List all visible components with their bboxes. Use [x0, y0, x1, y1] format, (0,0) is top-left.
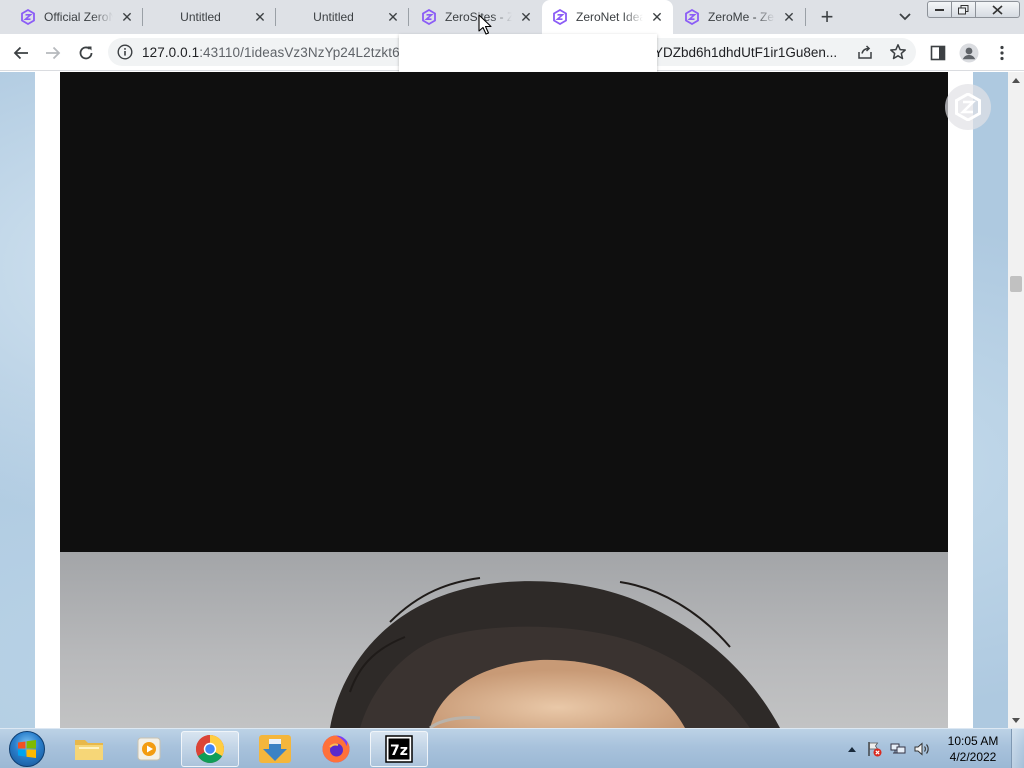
7zip-icon: 7z	[385, 735, 413, 763]
zeronet-icon	[21, 9, 35, 25]
reload-button[interactable]	[72, 39, 100, 67]
scroll-down-button[interactable]	[1008, 712, 1024, 728]
back-button[interactable]	[7, 39, 35, 67]
restore-button[interactable]	[952, 1, 976, 18]
triangle-up-icon	[848, 746, 856, 752]
close-icon	[992, 4, 1003, 15]
kebab-menu-icon	[1000, 45, 1004, 61]
menu-button[interactable]	[988, 39, 1016, 67]
zeronet-icon	[553, 9, 567, 25]
triangle-down-icon	[1012, 717, 1020, 723]
scroll-up-button[interactable]	[1008, 72, 1024, 88]
tab-title: ZeroMe - ZeroNet	[708, 10, 775, 24]
close-tab-icon[interactable]: ✕	[649, 9, 665, 25]
arrow-right-icon	[46, 46, 61, 60]
new-tab-button[interactable]: +	[815, 4, 839, 29]
profile-button[interactable]	[955, 39, 983, 67]
taskbar-media-player[interactable]	[120, 731, 178, 767]
url-host: 127.0.0.1	[142, 45, 200, 60]
svg-text:7z: 7z	[390, 743, 408, 759]
close-tab-icon[interactable]: ✕	[252, 9, 268, 25]
speaker-icon	[914, 742, 929, 756]
start-button[interactable]	[6, 730, 48, 768]
taskbar-chrome[interactable]	[181, 731, 239, 767]
windows-logo-icon	[9, 731, 45, 767]
action-center-icon[interactable]	[866, 741, 882, 757]
side-panel-button[interactable]	[924, 39, 952, 67]
show-hidden-icons-button[interactable]	[844, 741, 860, 757]
folder-icon	[75, 740, 103, 760]
network-icon	[890, 743, 906, 754]
tab-zerome[interactable]: ZeroMe - ZeroNet ✕	[674, 0, 805, 34]
tab-strip: Official ZeroNet Sites ✕ Untitled ✕ Unti…	[0, 0, 1024, 34]
firefox-icon	[322, 735, 350, 763]
mouse-cursor-icon	[478, 14, 492, 35]
restore-icon	[958, 4, 969, 14]
zeronet-icon	[422, 9, 436, 25]
tab-search-button[interactable]	[894, 6, 916, 28]
close-window-button[interactable]	[976, 1, 1020, 18]
share-icon[interactable]	[857, 44, 873, 60]
download-manager-icon	[259, 735, 291, 763]
taskbar-file-explorer[interactable]	[60, 731, 118, 767]
zeronet-sidebar-button[interactable]	[945, 84, 991, 130]
chevron-down-icon	[899, 13, 911, 21]
tab-untitled-1[interactable]: Untitled ✕	[143, 0, 276, 34]
star-icon[interactable]	[889, 43, 907, 61]
network-icon[interactable]	[890, 741, 906, 757]
close-tab-icon[interactable]: ✕	[518, 9, 534, 25]
clock-time: 10:05 AM	[947, 734, 999, 748]
tab-title: Official ZeroNet Sites	[44, 10, 113, 24]
arrow-left-icon	[13, 46, 28, 60]
video-player[interactable]	[60, 72, 948, 552]
tab-separator	[805, 8, 806, 26]
info-icon[interactable]	[117, 44, 133, 60]
taskbar-download-manager[interactable]	[246, 731, 304, 767]
page-scrollbar[interactable]	[1008, 72, 1024, 728]
close-tab-icon[interactable]: ✕	[781, 9, 797, 25]
tab-zerosites[interactable]: ZeroSites - ZeroNet ✕	[409, 0, 542, 34]
reload-icon	[79, 46, 93, 60]
close-tab-icon[interactable]: ✕	[119, 9, 135, 25]
chrome-icon	[196, 735, 224, 763]
media-player-icon	[137, 737, 161, 761]
triangle-up-icon	[1012, 77, 1020, 83]
tab-untitled-2[interactable]: Untitled ✕	[276, 0, 409, 34]
avatar-icon	[959, 43, 979, 63]
url-tail: YDZbd6h1dhdUtF1ir1Gu8en...	[654, 45, 838, 60]
side-panel-icon	[930, 45, 946, 61]
photo-image	[330, 577, 780, 728]
windows-taskbar: 7z 10:05 AM 4/2/2022	[0, 728, 1024, 768]
minimize-button[interactable]	[927, 1, 952, 18]
page-viewport	[0, 72, 1008, 728]
minimize-icon	[935, 8, 944, 11]
taskbar-firefox[interactable]	[307, 731, 365, 767]
zeronet-logo-icon	[955, 93, 981, 121]
system-tray	[842, 729, 942, 768]
taskbar-clock[interactable]: 10:05 AM 4/2/2022	[940, 733, 1006, 765]
embedded-photo	[60, 552, 948, 728]
tab-official-zeronet[interactable]: Official ZeroNet Sites ✕	[0, 0, 143, 34]
clock-date: 4/2/2022	[949, 750, 997, 764]
tab-title: Untitled	[180, 10, 221, 24]
tab-title: Untitled	[313, 10, 354, 24]
window-controls	[927, 1, 1023, 19]
tab-zeronet-ideas[interactable]: ZeroNet Ideas ✕	[542, 0, 673, 34]
forward-button[interactable]	[39, 39, 67, 67]
show-desktop-button[interactable]	[1011, 729, 1024, 768]
volume-icon[interactable]	[914, 741, 930, 757]
flag-error-icon	[868, 742, 882, 757]
url-path: :43110/1ideasVz3NzYp24L2tzkt6F	[199, 45, 409, 60]
taskbar-7zip[interactable]: 7z	[370, 731, 428, 767]
close-tab-icon[interactable]: ✕	[385, 9, 401, 25]
scroll-thumb[interactable]	[1010, 276, 1022, 292]
zeronet-icon	[685, 9, 699, 25]
tab-title: ZeroNet Ideas	[576, 10, 643, 24]
